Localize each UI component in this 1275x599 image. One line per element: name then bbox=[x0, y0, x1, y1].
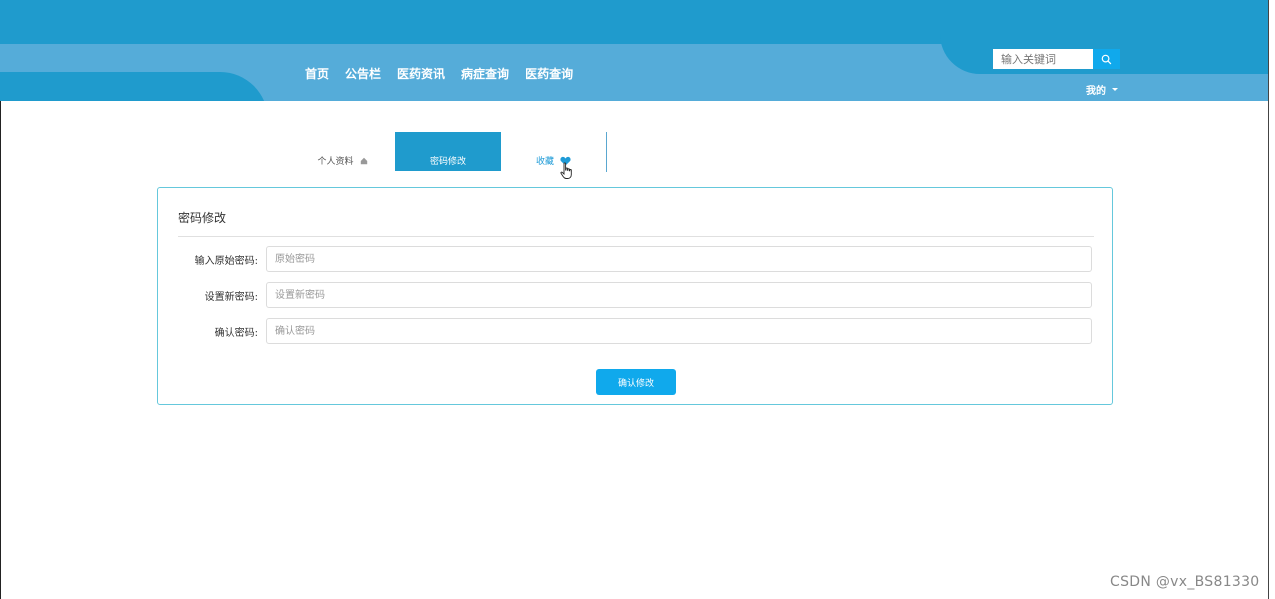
old-password-label: 输入原始密码: bbox=[194, 256, 258, 267]
home-icon bbox=[360, 157, 367, 164]
watermark: CSDN @vx_BS81330 bbox=[1110, 574, 1260, 590]
panel-divider bbox=[178, 236, 1094, 237]
password-panel: 密码修改 输入原始密码: 设置新密码: 确认密码: 确认修改 bbox=[157, 187, 1113, 405]
old-password-input[interactable] bbox=[266, 246, 1092, 272]
tab-password[interactable]: 密码修改 bbox=[395, 132, 501, 171]
tab-divider bbox=[606, 132, 607, 172]
confirm-password-input[interactable] bbox=[266, 318, 1092, 344]
main-nav: 首页 公告栏 医药资讯 病症查询 医药查询 bbox=[305, 65, 573, 82]
nav-medicine-search[interactable]: 医药查询 bbox=[525, 65, 573, 82]
search-input[interactable] bbox=[993, 49, 1093, 69]
panel-title: 密码修改 bbox=[178, 211, 227, 225]
tab-profile-label: 个人资料 bbox=[317, 157, 354, 167]
nav-medical-news[interactable]: 医药资讯 bbox=[397, 65, 445, 82]
tab-favorites-label: 收藏 bbox=[535, 157, 554, 167]
form-row-confirm-password: 确认密码: bbox=[158, 318, 1114, 344]
nav-bulletin[interactable]: 公告栏 bbox=[345, 65, 381, 82]
submit-button[interactable]: 确认修改 bbox=[596, 369, 676, 395]
form-row-old-password: 输入原始密码: bbox=[158, 246, 1114, 272]
header-search bbox=[993, 49, 1120, 69]
user-menu-label: 我的 bbox=[1086, 86, 1106, 97]
tab-password-label: 密码修改 bbox=[429, 157, 466, 167]
header-wave-left bbox=[0, 72, 268, 101]
hand-cursor-icon bbox=[560, 162, 572, 179]
user-menu[interactable]: 我的 bbox=[1086, 82, 1118, 97]
confirm-password-label: 确认密码: bbox=[214, 328, 258, 339]
tab-profile[interactable]: 个人资料 bbox=[290, 132, 395, 171]
nav-home[interactable]: 首页 bbox=[305, 65, 329, 82]
search-button[interactable] bbox=[1093, 49, 1120, 69]
site-header: 首页 公告栏 医药资讯 病症查询 医药查询 我的 bbox=[0, 0, 1268, 101]
chevron-down-icon bbox=[1112, 88, 1118, 91]
nav-disease-search[interactable]: 病症查询 bbox=[461, 65, 509, 82]
new-password-input[interactable] bbox=[266, 282, 1092, 308]
search-icon bbox=[1101, 54, 1112, 64]
new-password-label: 设置新密码: bbox=[204, 292, 258, 303]
window-right-border bbox=[1268, 0, 1275, 599]
tab-favorites[interactable]: 收藏 bbox=[501, 132, 606, 171]
form-row-new-password: 设置新密码: bbox=[158, 282, 1114, 308]
